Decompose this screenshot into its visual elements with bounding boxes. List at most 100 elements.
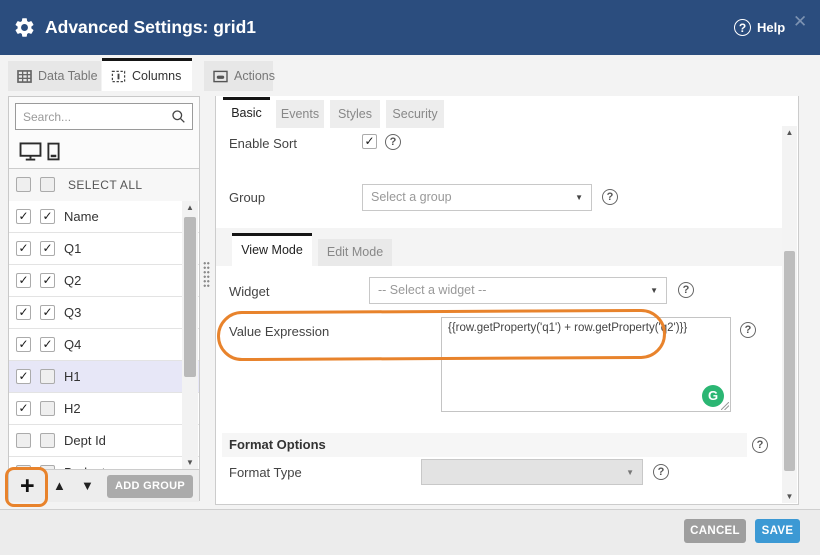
column-name: H1 <box>64 369 81 384</box>
tab-data-table[interactable]: Data Table <box>8 61 101 91</box>
scroll-down-arrow-icon[interactable]: ▼ <box>182 458 198 467</box>
desktop-visibility-checkbox[interactable] <box>16 433 31 448</box>
help-icon[interactable]: ? <box>734 19 751 36</box>
desktop-icon[interactable] <box>19 142 42 161</box>
scrollbar-thumb[interactable] <box>784 251 795 471</box>
mobile-visibility-checkbox[interactable] <box>40 401 55 416</box>
column-row[interactable]: Q1 <box>9 233 199 265</box>
group-dropdown[interactable]: Select a group ▼ <box>362 184 592 211</box>
tab-events[interactable]: Events <box>276 100 324 128</box>
desktop-visibility-checkbox[interactable] <box>16 337 31 352</box>
columns-icon <box>111 69 126 84</box>
column-row[interactable]: Dept Id <box>9 425 199 457</box>
scroll-up-arrow-icon[interactable]: ▲ <box>782 128 797 137</box>
move-down-button[interactable]: ▼ <box>81 470 94 502</box>
enable-sort-checkbox[interactable] <box>362 134 377 149</box>
chevron-down-icon: ▼ <box>650 278 658 303</box>
tab-view-mode[interactable]: View Mode <box>232 233 312 266</box>
column-row[interactable]: H1 <box>9 361 199 393</box>
column-row[interactable]: Q3 <box>9 297 199 329</box>
mobile-visibility-checkbox[interactable] <box>40 337 55 352</box>
format-type-dropdown: ▼ <box>421 459 643 485</box>
mobile-icon[interactable] <box>47 142 60 161</box>
dialog-header: Advanced Settings: grid1 ? Help ✕ <box>0 0 820 55</box>
enable-sort-help-icon[interactable]: ? <box>385 134 401 150</box>
desktop-visibility-checkbox[interactable] <box>16 209 31 224</box>
value-expression-input[interactable]: {{row.getProperty('q1') + row.getPropert… <box>441 317 731 412</box>
column-settings-panel: Basic Events Styles Security Enable Sort… <box>215 96 799 505</box>
desktop-visibility-checkbox[interactable] <box>16 305 31 320</box>
panel-splitter-handle[interactable] <box>203 261 210 287</box>
column-row[interactable]: Q4 <box>9 329 199 361</box>
device-visibility-header <box>9 136 199 169</box>
tab-security[interactable]: Security <box>386 100 444 128</box>
add-group-button[interactable]: ADD GROUP <box>107 475 193 498</box>
mobile-visibility-checkbox[interactable] <box>40 273 55 288</box>
value-expression-help-icon[interactable]: ? <box>740 322 756 338</box>
scroll-down-arrow-icon[interactable]: ▼ <box>782 492 797 501</box>
select-all-mobile-checkbox[interactable] <box>40 177 55 192</box>
close-icon[interactable]: ✕ <box>793 13 807 30</box>
move-up-button[interactable]: ▲ <box>53 470 66 502</box>
advanced-settings-dialog: Advanced Settings: grid1 ? Help ✕ Data T… <box>0 0 820 555</box>
columns-toolbar: + ▲ ▼ ADD GROUP <box>9 469 199 502</box>
gear-icon <box>13 16 36 39</box>
column-name: Q1 <box>64 241 81 256</box>
desktop-visibility-checkbox[interactable] <box>16 273 31 288</box>
column-name: Dept Id <box>64 433 106 448</box>
format-type-help-icon[interactable]: ? <box>653 464 669 480</box>
tab-basic[interactable]: Basic <box>223 97 270 128</box>
desktop-visibility-checkbox[interactable] <box>16 241 31 256</box>
column-row[interactable]: H2 <box>9 393 199 425</box>
select-all-row: SELECT ALL <box>9 169 199 202</box>
desktop-visibility-checkbox[interactable] <box>16 369 31 384</box>
column-row[interactable]: Budget <box>9 457 199 469</box>
search-input[interactable] <box>16 104 173 129</box>
scrollbar-thumb[interactable] <box>184 217 196 377</box>
select-all-desktop-checkbox[interactable] <box>16 177 31 192</box>
save-button[interactable]: SAVE <box>755 519 800 543</box>
column-name: Q4 <box>64 337 81 352</box>
column-name: Name <box>64 209 99 224</box>
search-icon <box>171 109 186 124</box>
tab-label: Columns <box>132 69 181 83</box>
widget-dropdown[interactable]: -- Select a widget -- ▼ <box>369 277 667 304</box>
dialog-footer: CANCEL SAVE <box>0 509 820 555</box>
mobile-visibility-checkbox[interactable] <box>40 305 55 320</box>
chevron-down-icon: ▼ <box>626 460 634 485</box>
mobile-visibility-checkbox[interactable] <box>40 433 55 448</box>
group-label: Group <box>229 190 265 205</box>
group-help-icon[interactable]: ? <box>602 189 618 205</box>
tab-actions[interactable]: Actions <box>204 61 273 91</box>
widget-dropdown-value: -- Select a widget -- <box>378 278 486 303</box>
columns-sidebar: SELECT ALL Name Q1 Q2 Q3 Q4 H1 H2 Dept I… <box>8 96 200 501</box>
column-row[interactable]: Name <box>9 201 199 233</box>
column-row[interactable]: Q2 <box>9 265 199 297</box>
tab-columns[interactable]: Columns <box>102 58 192 91</box>
add-column-button[interactable]: + <box>20 471 35 501</box>
format-type-label: Format Type <box>229 465 302 480</box>
format-options-help-icon[interactable]: ? <box>752 437 768 453</box>
tab-label: Data Table <box>38 69 98 83</box>
scroll-up-arrow-icon[interactable]: ▲ <box>182 203 198 212</box>
tab-edit-mode[interactable]: Edit Mode <box>318 239 392 266</box>
tab-styles[interactable]: Styles <box>330 100 380 128</box>
cancel-button[interactable]: CANCEL <box>684 519 746 543</box>
mobile-visibility-checkbox[interactable] <box>40 369 55 384</box>
mobile-visibility-checkbox[interactable] <box>40 209 55 224</box>
widget-help-icon[interactable]: ? <box>678 282 694 298</box>
group-dropdown-value: Select a group <box>371 185 452 210</box>
value-expression-label: Value Expression <box>229 324 329 339</box>
mobile-visibility-checkbox[interactable] <box>40 241 55 256</box>
actions-icon <box>213 70 228 83</box>
column-name: Q2 <box>64 273 81 288</box>
column-list: Name Q1 Q2 Q3 Q4 H1 H2 Dept Id Budget <box>9 201 199 469</box>
panel-scrollbar[interactable]: ▲ ▼ <box>782 126 797 503</box>
column-name: H2 <box>64 401 81 416</box>
textarea-resize-handle[interactable] <box>721 402 729 410</box>
column-list-scrollbar[interactable]: ▲ ▼ <box>182 201 198 469</box>
select-all-label: SELECT ALL <box>68 169 143 201</box>
desktop-visibility-checkbox[interactable] <box>16 401 31 416</box>
help-link[interactable]: Help <box>757 0 785 55</box>
data-table-icon <box>17 70 32 83</box>
